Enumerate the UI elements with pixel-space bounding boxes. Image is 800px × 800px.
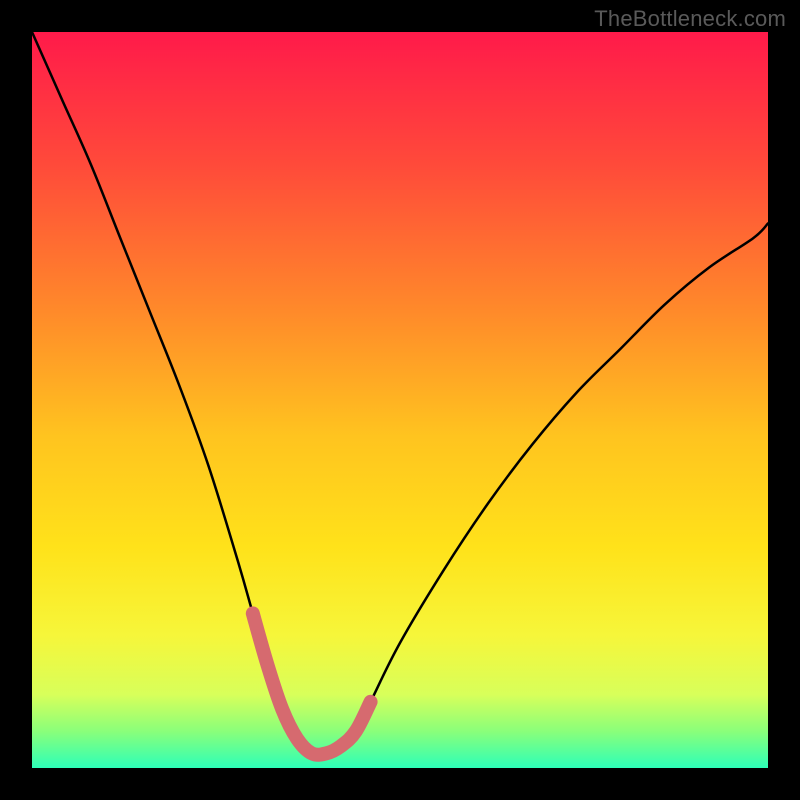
- watermark-label: TheBottleneck.com: [594, 6, 786, 32]
- chart-frame: TheBottleneck.com: [0, 0, 800, 800]
- plot-background: [32, 32, 768, 768]
- bottleneck-curve-chart: [0, 0, 800, 800]
